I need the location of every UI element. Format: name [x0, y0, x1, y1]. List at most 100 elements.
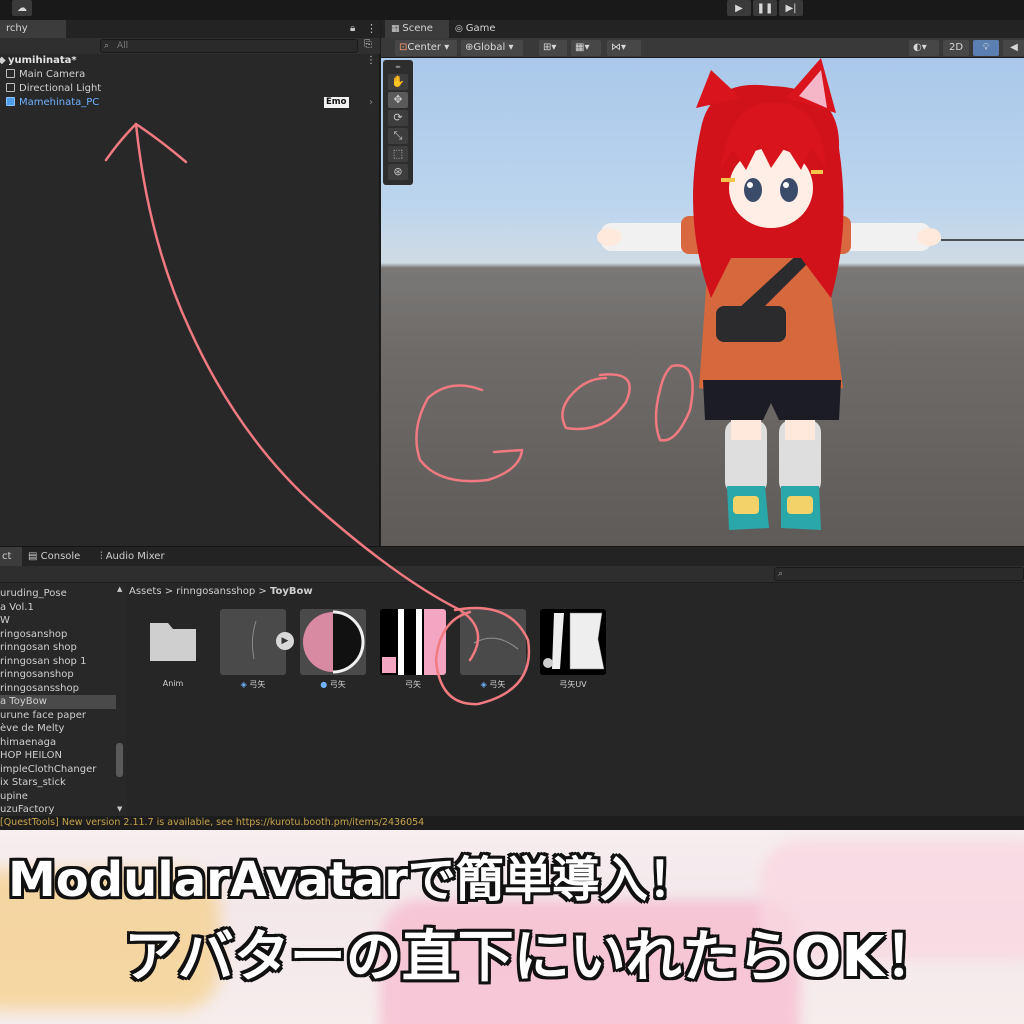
play-button[interactable]: ▶	[727, 0, 751, 16]
lock-icon[interactable]: 🔒︎	[350, 23, 355, 34]
pause-button[interactable]: ❚❚	[753, 0, 777, 16]
tab-project[interactable]: ct	[0, 547, 22, 566]
tree-item[interactable]: ève de Melty	[0, 722, 116, 736]
hierarchy-search-input[interactable]: ⌕ All	[100, 39, 358, 53]
hand-tool-button[interactable]: ✋	[388, 74, 408, 90]
chevron-right-icon[interactable]: ›	[369, 96, 373, 110]
breadcrumb-toybow[interactable]: ToyBow	[270, 586, 313, 597]
scene-viewport[interactable]: ═ ✋ ✥ ⟳ ⤡ ⬚ ⊛	[381, 58, 1024, 546]
hand-icon: ✋	[391, 75, 405, 88]
tree-item[interactable]: impleClothChanger	[0, 763, 116, 777]
move-tool-button[interactable]: ✥	[388, 92, 408, 108]
scroll-down-arrow-icon[interactable]: ▼	[117, 805, 122, 813]
transform-tool-button[interactable]: ⊛	[388, 164, 408, 180]
tab-console[interactable]: ▤ Console	[28, 547, 80, 566]
project-tab-row: ct ▤ Console ⫶ Audio Mixer	[0, 547, 1024, 566]
hierarchy-item-mamehinata[interactable]: Mamehinata_PC Emo ›	[0, 96, 380, 110]
cloud-button[interactable]: ☁	[12, 0, 32, 16]
menu-dots-icon[interactable]: ⋮	[366, 22, 377, 35]
asset-label: 弓矢UV	[559, 680, 587, 689]
tree-item[interactable]: ix Stars_stick	[0, 776, 116, 790]
asset-label-text: 弓矢	[249, 680, 266, 689]
project-panel: ct ▤ Console ⫶ Audio Mixer ⌕ uruding_Pos…	[0, 546, 1024, 817]
grid-visibility-button[interactable]: ▦▾	[571, 40, 601, 56]
rotate-icon: ⟳	[393, 111, 403, 124]
breadcrumb-separator-icon: >	[258, 586, 270, 597]
project-search-input[interactable]: ⌕	[774, 567, 1024, 581]
lightbulb-icon: 💡︎	[982, 42, 990, 53]
scene-menu-dots-icon[interactable]: ⋮	[366, 54, 376, 68]
asset-material-yumiya[interactable]: ● 弓矢	[298, 609, 368, 697]
asset-folder-anim[interactable]: Anim	[138, 609, 208, 697]
transform-icon: ⊛	[393, 165, 403, 178]
step-button[interactable]: ▶|	[779, 0, 803, 16]
grid-snap-button[interactable]: ⊞▾	[539, 40, 567, 56]
avatar-model[interactable]	[381, 58, 1024, 546]
tree-item[interactable]: rinngosansshop	[0, 682, 116, 696]
rect-tool-button[interactable]: ⬚	[388, 146, 408, 162]
asset-label: ◈ 弓矢	[458, 679, 528, 690]
asset-label: 弓矢	[405, 680, 421, 689]
breadcrumb-rinngosansshop[interactable]: rinngosansshop	[176, 586, 255, 597]
asset-texture-yumiya-uv[interactable]: 弓矢UV	[538, 609, 608, 697]
grid-visibility-icon: ▦▾	[575, 42, 590, 53]
audio-toggle[interactable]: ◀	[1003, 40, 1024, 56]
rotate-tool-button[interactable]: ⟳	[388, 110, 408, 126]
asset-prefab-yumiya[interactable]: ▶ ◈ 弓矢	[218, 609, 294, 697]
tree-scrollbar[interactable]	[116, 743, 123, 777]
tool-palette: ═ ✋ ✥ ⟳ ⤡ ⬚ ⊛	[383, 60, 413, 185]
tree-item[interactable]: rinngosanshop	[0, 668, 116, 682]
tree-item[interactable]: himaenaga	[0, 736, 116, 750]
main-toolbar: ☁ ▶ ❚❚ ▶|	[0, 0, 1024, 20]
palette-grip-icon[interactable]: ═	[388, 64, 408, 71]
asset-grid: Assets > rinngosansshop > ToyBow Anim ▶ …	[126, 583, 1024, 817]
tree-item[interactable]: rinngosan shop 1	[0, 655, 116, 669]
pivot-dropdown[interactable]: ⊡Center ▾	[395, 40, 457, 56]
tree-item[interactable]: uruding_Pose	[0, 587, 116, 601]
breadcrumb-assets[interactable]: Assets	[129, 586, 162, 597]
status-message: [QuestTools] New version 2.11.7 is avail…	[0, 817, 425, 828]
tree-item[interactable]: a Vol.1	[0, 601, 116, 615]
tab-hierarchy[interactable]: rchy	[0, 20, 66, 38]
play-preview-icon[interactable]: ▶	[276, 632, 294, 650]
move-icon: ✥	[393, 93, 403, 106]
project-search-row: ⌕	[0, 566, 1024, 583]
pause-icon: ❚❚	[756, 2, 774, 14]
scroll-up-arrow-icon[interactable]: ▲	[117, 585, 122, 593]
tab-scene[interactable]: ▦ Scene	[385, 20, 449, 38]
tree-item[interactable]: rinngosan shop	[0, 641, 116, 655]
hierarchy-item-directional-light[interactable]: Directional Light	[0, 82, 380, 96]
pivot-label: Center	[407, 42, 442, 53]
tree-item[interactable]: HOP HEILON	[0, 749, 116, 763]
console-icon: ▤	[28, 551, 41, 562]
tree-item[interactable]: urune face paper	[0, 709, 116, 723]
asset-prefab-yumiya-2[interactable]: ◈ 弓矢	[458, 609, 528, 697]
tree-item[interactable]: ringosanshop	[0, 628, 116, 642]
hierarchy-item-main-camera[interactable]: Main Camera	[0, 68, 380, 82]
increment-snap-icon: ⋈▾	[611, 42, 627, 53]
tree-item[interactable]: upine	[0, 790, 116, 804]
breadcrumb: Assets > rinngosansshop > ToyBow	[129, 585, 313, 599]
search-icon: ⌕	[104, 41, 110, 51]
prefab-icon	[6, 96, 19, 110]
shading-mode-button[interactable]: ◐▾	[909, 40, 939, 56]
lighting-toggle[interactable]: 💡︎	[973, 40, 999, 56]
asset-texture-yumiya[interactable]: 弓矢	[378, 609, 448, 697]
tab-game[interactable]: ◎ Game	[449, 20, 509, 38]
scale-tool-button[interactable]: ⤡	[388, 128, 408, 144]
scene-toolbar: ⊡Center ▾ ⊕Global ▾ ⊞▾ ▦▾ ⋈▾ ◐▾ 2D 💡︎ ◀	[381, 38, 1024, 58]
increment-snap-button[interactable]: ⋈▾	[607, 40, 641, 56]
tab-audio-mixer[interactable]: ⫶ Audio Mixer	[100, 547, 165, 566]
caption-line-2: アバターの直下にいれたらOK！	[124, 925, 941, 990]
tab-console-label: Console	[40, 551, 81, 562]
tree-item[interactable]: uzuFactory	[0, 803, 116, 817]
mode-2d-button[interactable]: 2D	[943, 40, 969, 56]
shading-mode-icon: ◐▾	[913, 42, 927, 53]
space-dropdown[interactable]: ⊕Global ▾	[461, 40, 523, 56]
hierarchy-panel: rchy 🔒︎ ⋮ ⌕ All ⎘ ◆ yumihinata* ⋮ Main C…	[0, 20, 380, 546]
tree-item-selected[interactable]: a ToyBow	[0, 695, 116, 709]
tree-item[interactable]: W	[0, 614, 116, 628]
scene-root-row[interactable]: ◆ yumihinata* ⋮	[0, 54, 380, 68]
scene-view-toggle-icon[interactable]: ⎘	[364, 39, 372, 50]
console-status-bar[interactable]: [QuestTools] New version 2.11.7 is avail…	[0, 816, 1024, 830]
